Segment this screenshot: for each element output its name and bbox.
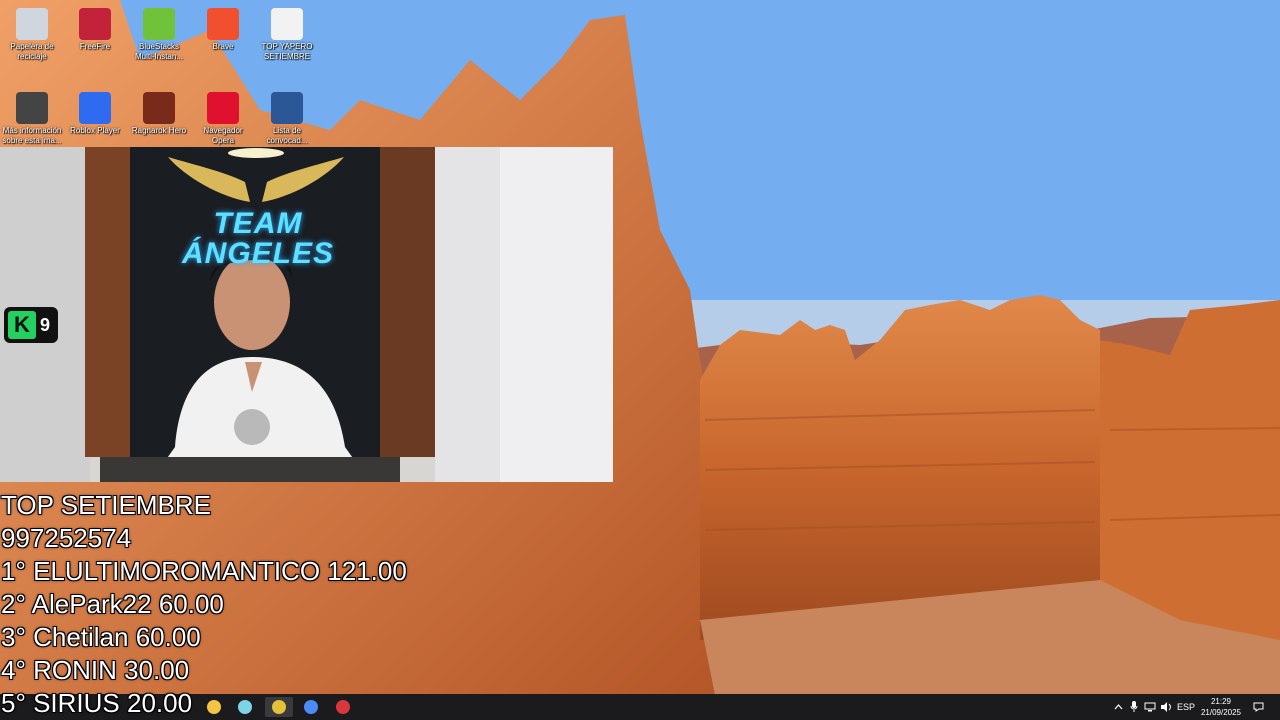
ranking-entry-4: 4° RONIN 30.00 (1, 655, 190, 685)
desktop-icon-label: FreeFire (79, 42, 111, 51)
language-indicator[interactable]: ESP (1176, 698, 1196, 716)
brave-icon (207, 8, 239, 40)
desktop-icon-label: Brave (212, 42, 234, 51)
ranking-entry-2: 2° AlePark22 60.00 (1, 589, 224, 619)
k-logo-icon: K (8, 311, 36, 339)
badge-number: 9 (40, 314, 51, 335)
desktop-icon-bluestacks[interactable]: BlueStacks Multi-Instan... (127, 4, 191, 80)
word-icon (271, 92, 303, 124)
microphone-icon[interactable] (1128, 698, 1140, 716)
webcam-scene (0, 147, 613, 482)
webcam-feed: TEAM ÁNGELES (0, 147, 613, 482)
clock-date: 21/09/2025 (1200, 708, 1242, 717)
ranking-entry-3: 3° Chetilan 60.00 (1, 622, 201, 652)
ranking-entry-1: 1° ELULTIMOROMANTICO 121.00 (1, 556, 407, 586)
taskbar-app-notepad[interactable] (231, 697, 259, 717)
bluestacks-icon (143, 8, 175, 40)
desktop-icon-freefire[interactable]: FreeFire (63, 4, 127, 80)
desktop-icon-label: TOP YAPERO SETIEMBRE (261, 42, 313, 61)
clock[interactable]: 21:29 21/09/2025 (1198, 696, 1244, 718)
taskbar-app-chrome-profile[interactable] (297, 697, 325, 717)
desktop-icon-brave[interactable]: Brave (191, 4, 255, 80)
desktop-icon-label: Lista de convocad... (266, 126, 308, 145)
ranking-phone: 997252574 (1, 523, 132, 553)
taskbar-app-chrome[interactable] (265, 697, 293, 717)
opera-icon (207, 92, 239, 124)
network-icon[interactable] (1143, 698, 1157, 716)
desktop-icon-recycle-bin[interactable]: Papelera de reciclaje (0, 4, 64, 80)
text-document-icon (271, 8, 303, 40)
recycle-bin-icon (16, 8, 48, 40)
desktop-icon-label: Más información sobre esta ima... (2, 126, 62, 145)
volume-icon[interactable] (1159, 698, 1173, 716)
tray-overflow-chevron-icon[interactable] (1112, 698, 1124, 716)
roblox-icon (79, 92, 111, 124)
ranking-title: TOP SETIEMBRE (1, 490, 211, 520)
taskbar-app-obs[interactable] (329, 697, 357, 717)
file-explorer-icon (207, 700, 221, 714)
freefire-icon (79, 8, 111, 40)
desktop-icon-label: Roblox Player (70, 126, 120, 135)
k9-badge: K 9 (4, 307, 58, 343)
desktop-icon-label: BlueStacks Multi-Instan... (134, 42, 183, 61)
taskbar-app-file-explorer[interactable] (200, 697, 228, 717)
desktop-icon-label: Navegador Opera (203, 126, 243, 145)
desktop-icon-label: Papelera de reciclaje (10, 42, 54, 61)
notification-icon[interactable] (1250, 698, 1266, 716)
team-sign: TEAM ÁNGELES (181, 207, 335, 270)
obs-icon (336, 700, 350, 714)
notepad-icon (238, 700, 252, 714)
ragnarok-icon (143, 92, 175, 124)
chrome-icon (272, 700, 286, 714)
ranking-entry-5: 5° SIRIUS 20.00 (1, 688, 193, 718)
desktop-icon-label: Ragnarok Hero (131, 126, 187, 135)
camera-icon (16, 92, 48, 124)
clock-time: 21:29 (1210, 697, 1232, 706)
desktop-icon-top-yapero[interactable]: TOP YAPERO SETIEMBRE (255, 4, 319, 80)
chrome-profile-icon (304, 700, 318, 714)
